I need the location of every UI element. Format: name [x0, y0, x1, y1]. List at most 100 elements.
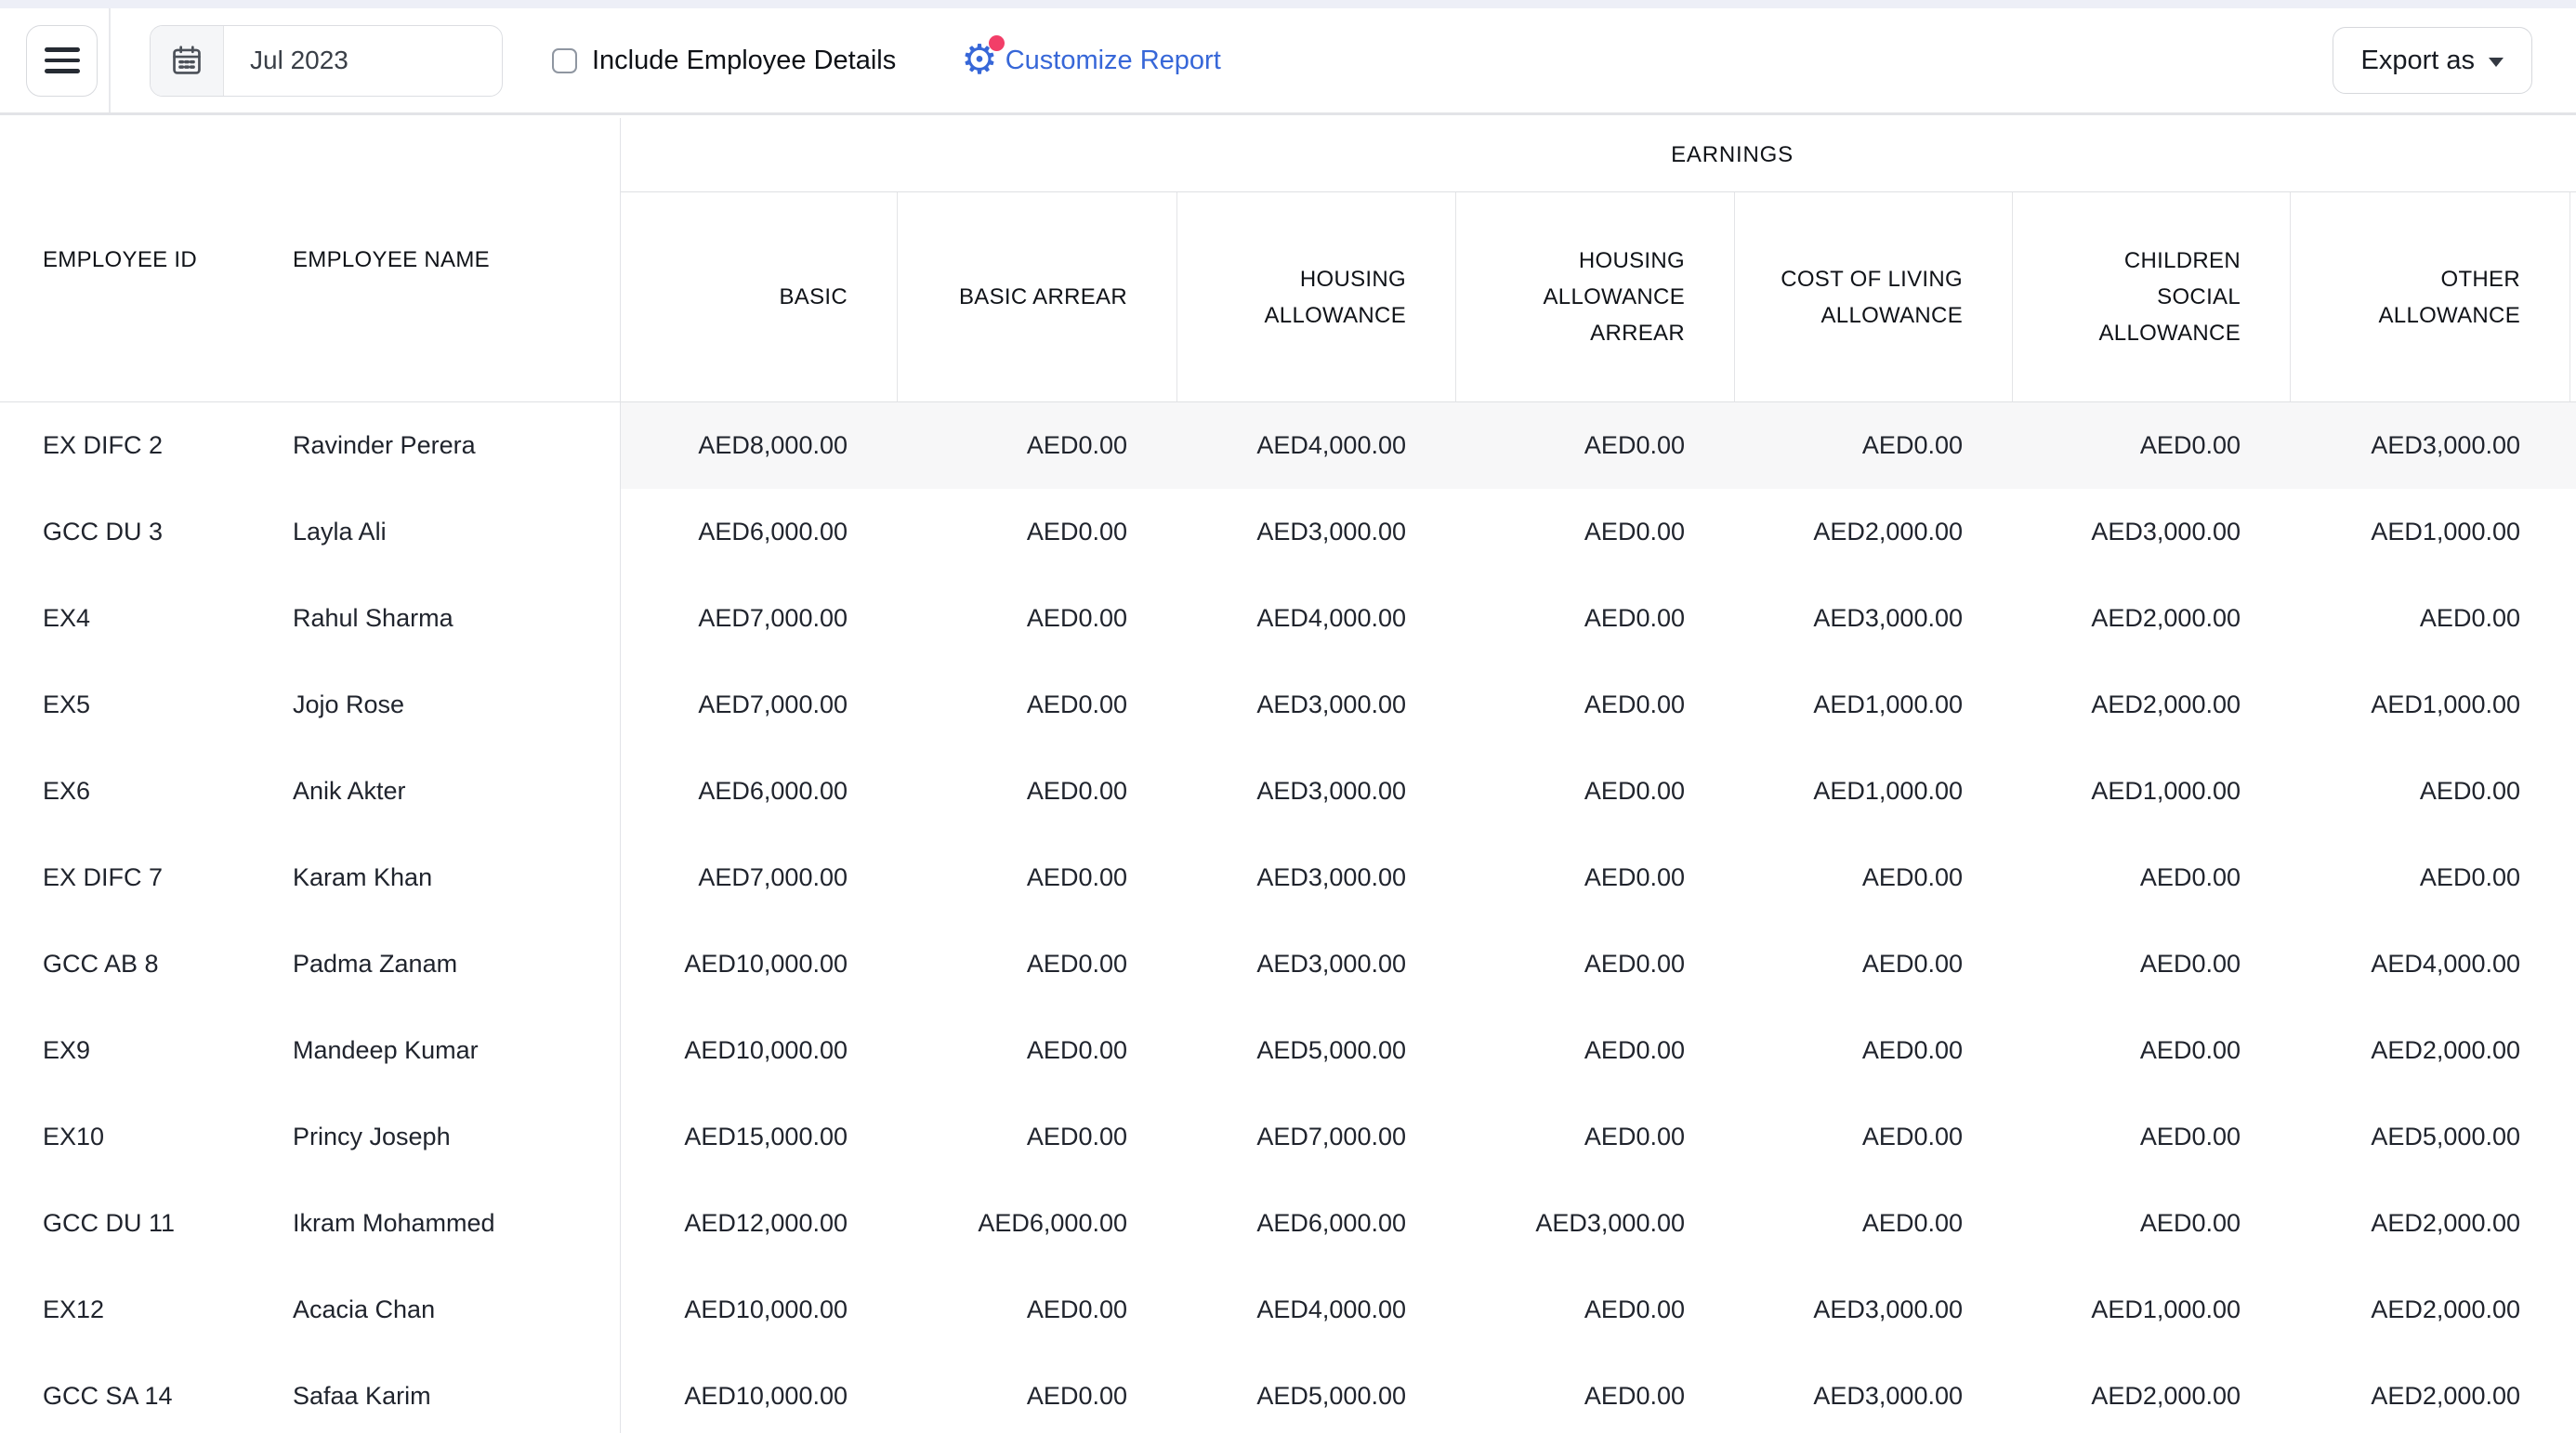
employee-name-cell: Padma Zanam	[251, 921, 621, 1007]
amount-cell: AED2,000.00	[2290, 1353, 2569, 1433]
employee-id-cell: EX10	[0, 1094, 251, 1180]
table-row: GCC SA 14Safaa KarimAED10,000.00AED0.00A…	[0, 1353, 2576, 1433]
employee-name-cell: Mandeep Kumar	[251, 1007, 621, 1094]
table-row: GCC DU 3Layla AliAED6,000.00AED0.00AED3,…	[0, 489, 2576, 575]
amount-cell: AED3,000.00	[1176, 835, 1455, 921]
amount-cell: AED5,000.00	[1176, 1353, 1455, 1433]
amount-cell: AED3,000.00	[1734, 1267, 2012, 1353]
notification-dot	[989, 35, 1005, 51]
customize-report-link[interactable]: ⚙ Customize Report	[961, 40, 1221, 81]
amount-cell: AED0.00	[1455, 1267, 1734, 1353]
amount-cell-partial	[2569, 748, 2576, 835]
amount-cell: AED5,000.00	[2290, 1094, 2569, 1180]
amount-cell: AED0.00	[2012, 1094, 2290, 1180]
amount-cell: AED2,000.00	[2290, 1267, 2569, 1353]
amount-cell: AED0.00	[1734, 921, 2012, 1007]
amount-cell: AED6,000.00	[621, 748, 897, 835]
table-row: EX6Anik AkterAED6,000.00AED0.00AED3,000.…	[0, 748, 2576, 835]
amount-cell: AED4,000.00	[1176, 575, 1455, 662]
toolbar-divider	[109, 8, 111, 112]
amount-cell-partial	[2569, 575, 2576, 662]
table-row: EX4Rahul SharmaAED7,000.00AED0.00AED4,00…	[0, 575, 2576, 662]
amount-cell: AED0.00	[1734, 1180, 2012, 1267]
amount-cell: AED3,000.00	[1734, 1353, 2012, 1433]
amount-cell: AED1,000.00	[1734, 662, 2012, 748]
amount-cell: AED0.00	[1734, 835, 2012, 921]
amount-cell: AED1,000.00	[1734, 748, 2012, 835]
amount-cell: AED0.00	[2012, 921, 2290, 1007]
amount-cell: AED0.00	[897, 748, 1176, 835]
amount-cell: AED0.00	[897, 921, 1176, 1007]
include-details-checkbox[interactable]	[552, 48, 577, 73]
amount-cell: AED3,000.00	[1734, 575, 2012, 662]
menu-button[interactable]	[26, 25, 98, 97]
amount-cell: AED0.00	[1455, 921, 1734, 1007]
amount-cell: AED15,000.00	[621, 1094, 897, 1180]
amount-cell: AED0.00	[1734, 1007, 2012, 1094]
amount-cell: AED3,000.00	[1455, 1180, 1734, 1267]
employee-id-cell: EX4	[0, 575, 251, 662]
hamburger-icon	[45, 47, 80, 73]
amount-cell: AED4,000.00	[2290, 921, 2569, 1007]
amount-cell: AED2,000.00	[2012, 1353, 2290, 1433]
amount-cell: AED0.00	[897, 1267, 1176, 1353]
gear-icon: ⚙	[961, 40, 997, 81]
table-row: GCC DU 11Ikram MohammedAED12,000.00AED6,…	[0, 1180, 2576, 1267]
calendar-icon	[151, 26, 224, 96]
export-button[interactable]: Export as	[2333, 27, 2533, 94]
payroll-report-app: Jul 2023 Include Employee Details ⚙ Cust…	[0, 0, 2576, 1433]
amount-cell: AED3,000.00	[1176, 921, 1455, 1007]
employee-id-cell: GCC SA 14	[0, 1353, 251, 1433]
amount-cell: AED3,000.00	[1176, 489, 1455, 575]
employee-name-cell: Princy Joseph	[251, 1094, 621, 1180]
employee-name-cell: Jojo Rose	[251, 662, 621, 748]
amount-cell-partial	[2569, 662, 2576, 748]
employee-name-cell: Rahul Sharma	[251, 575, 621, 662]
column-header-housing-allowance-arrear: HOUSINGALLOWANCEARREAR	[1455, 192, 1734, 402]
amount-cell: AED0.00	[897, 489, 1176, 575]
toolbar: Jul 2023 Include Employee Details ⚙ Cust…	[0, 8, 2576, 115]
amount-cell: AED10,000.00	[621, 1353, 897, 1433]
amount-cell: AED6,000.00	[621, 489, 897, 575]
amount-cell: AED0.00	[1455, 575, 1734, 662]
employee-id-cell: GCC DU 11	[0, 1180, 251, 1267]
export-button-label: Export as	[2361, 46, 2476, 76]
amount-cell: AED12,000.00	[621, 1180, 897, 1267]
amount-cell: AED1,000.00	[2012, 1267, 2290, 1353]
amount-cell: AED3,000.00	[2012, 489, 2290, 575]
amount-cell-partial	[2569, 1180, 2576, 1267]
column-header-employee-name: EMPLOYEE NAME	[251, 118, 621, 402]
amount-cell: AED2,000.00	[1734, 489, 2012, 575]
table-row: EX12Acacia ChanAED10,000.00AED0.00AED4,0…	[0, 1267, 2576, 1353]
amount-cell: AED0.00	[897, 1353, 1176, 1433]
amount-cell: AED0.00	[1455, 402, 1734, 489]
month-picker-value: Jul 2023	[224, 26, 348, 96]
amount-cell-partial	[2569, 1267, 2576, 1353]
column-header-cost-of-living-allowance: COST OF LIVINGALLOWANCE	[1734, 192, 2012, 402]
amount-cell: AED0.00	[897, 402, 1176, 489]
employee-name-cell: Karam Khan	[251, 835, 621, 921]
column-header-employee-id: EMPLOYEE ID	[0, 118, 251, 402]
amount-cell-partial	[2569, 1094, 2576, 1180]
amount-cell: AED0.00	[1455, 1007, 1734, 1094]
amount-cell: AED0.00	[2290, 835, 2569, 921]
amount-cell: AED0.00	[1455, 835, 1734, 921]
amount-cell: AED0.00	[1455, 1094, 1734, 1180]
amount-cell: AED3,000.00	[1176, 662, 1455, 748]
amount-cell: AED7,000.00	[1176, 1094, 1455, 1180]
amount-cell: AED0.00	[1455, 662, 1734, 748]
amount-cell: AED2,000.00	[2290, 1007, 2569, 1094]
amount-cell: AED4,000.00	[1176, 402, 1455, 489]
employee-id-cell: EX DIFC 7	[0, 835, 251, 921]
month-picker[interactable]: Jul 2023	[150, 25, 503, 97]
amount-cell: AED6,000.00	[897, 1180, 1176, 1267]
employee-id-cell: EX6	[0, 748, 251, 835]
top-strip	[0, 0, 2576, 8]
employee-name-cell: Acacia Chan	[251, 1267, 621, 1353]
amount-cell: AED2,000.00	[2012, 662, 2290, 748]
column-header-basic-arrear: BASIC ARREAR	[897, 192, 1176, 402]
amount-cell: AED0.00	[2012, 1180, 2290, 1267]
amount-cell: AED0.00	[2012, 402, 2290, 489]
amount-cell: AED0.00	[897, 1094, 1176, 1180]
amount-cell: AED10,000.00	[621, 921, 897, 1007]
